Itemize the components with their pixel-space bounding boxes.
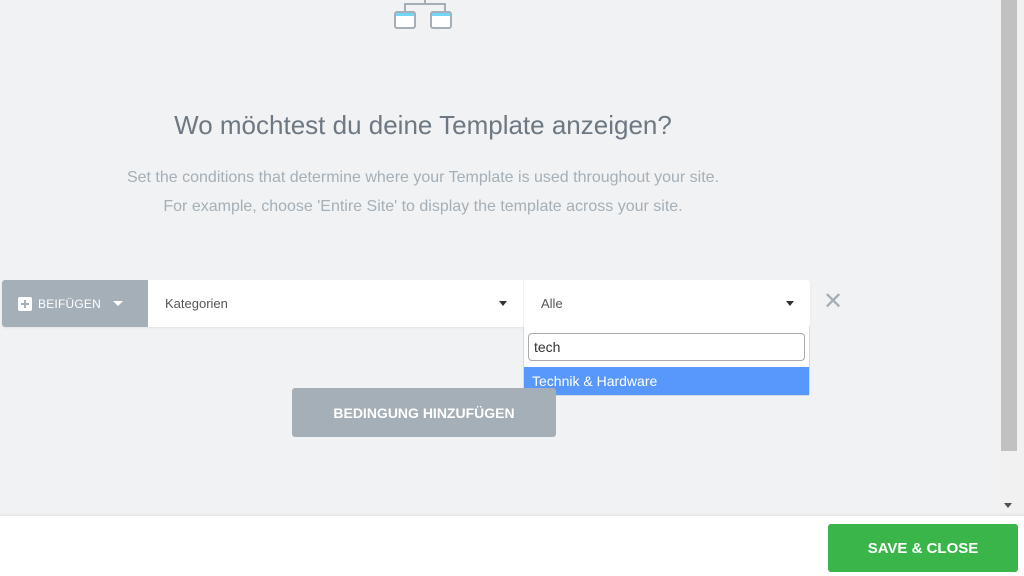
modal-footer: SAVE & CLOSE: [0, 516, 1024, 576]
dropdown-option[interactable]: Technik & Hardware: [524, 367, 809, 395]
page-description: Set the conditions that determine where …: [0, 163, 846, 221]
dropdown-search-input[interactable]: [528, 333, 805, 361]
description-line-2: For example, choose 'Entire Site' to dis…: [163, 198, 683, 215]
condition-row: BEIFÜGEN Kategorien Alle: [2, 280, 810, 327]
condition-scope-value: Alle: [541, 296, 563, 311]
remove-condition-button[interactable]: ✕: [823, 290, 843, 314]
conditions-hierarchy-icon: [394, 0, 452, 29]
scroll-down-arrow-icon[interactable]: [1004, 503, 1012, 508]
vertical-scrollbar[interactable]: [1000, 0, 1024, 516]
save-close-button[interactable]: SAVE & CLOSE: [828, 524, 1018, 572]
scope-dropdown: Technik & Hardware: [523, 327, 810, 396]
close-x-icon: ✕: [823, 288, 844, 315]
conditions-panel: Wo möchtest du deine Template anzeigen? …: [0, 0, 1000, 516]
chevron-down-icon: [112, 301, 123, 306]
chevron-down-icon: [499, 301, 507, 306]
scrollbar-thumb[interactable]: [1001, 0, 1017, 451]
condition-type-value: Kategorien: [165, 296, 228, 311]
condition-type-select[interactable]: Kategorien: [148, 280, 524, 327]
page-title: Wo möchtest du deine Template anzeigen?: [174, 110, 672, 140]
include-type-select[interactable]: BEIFÜGEN: [2, 280, 148, 327]
include-label: BEIFÜGEN: [38, 296, 101, 311]
chevron-down-icon: [786, 301, 794, 306]
description-line-1: Set the conditions that determine where …: [126, 169, 720, 186]
add-condition-button[interactable]: BEDINGUNG HINZUFÜGEN: [292, 388, 556, 437]
condition-scope-select[interactable]: Alle: [524, 280, 810, 327]
plus-icon: [18, 296, 32, 311]
